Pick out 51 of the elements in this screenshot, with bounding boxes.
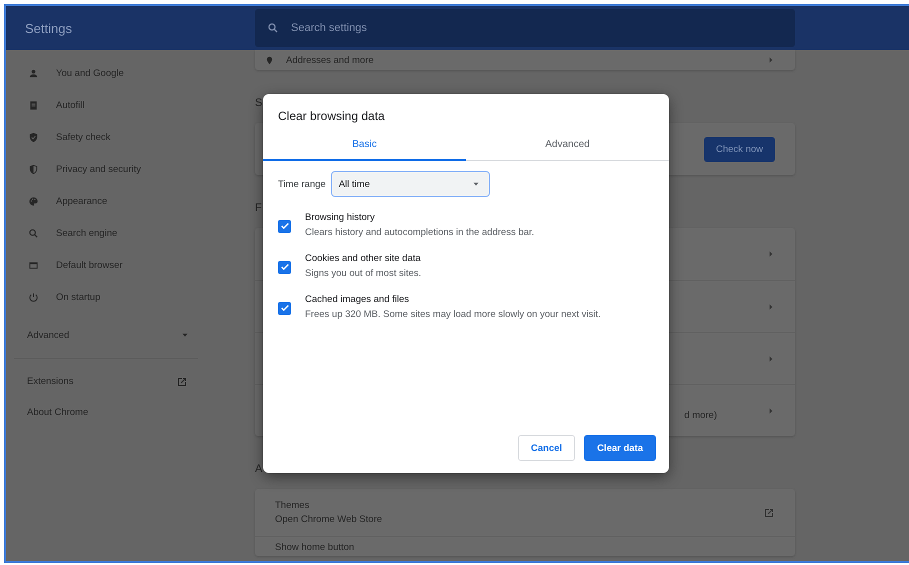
- option-description: Signs you out of most sites.: [305, 268, 422, 279]
- check-icon: [280, 221, 290, 231]
- sidebar-item[interactable]: Autofill: [6, 89, 200, 121]
- row-title: Addresses and more: [286, 54, 375, 66]
- check-icon: [280, 262, 290, 272]
- sidebar-item[interactable]: Search engine: [6, 217, 200, 249]
- shield-icon: [28, 132, 39, 142]
- checkbox[interactable]: [278, 220, 291, 232]
- tab[interactable]: Advanced: [466, 131, 669, 161]
- power-icon: [28, 292, 39, 302]
- field-label: Time range: [278, 178, 326, 190]
- sidebar-item[interactable]: Safety check: [6, 121, 200, 153]
- sidebar-link[interactable]: Extensions: [27, 376, 74, 387]
- location-pin-icon: [265, 56, 274, 64]
- check-now-button[interactable]: Check now: [704, 136, 775, 162]
- row-title: Themes: [275, 500, 310, 511]
- option-label: Cookies and other site data: [305, 253, 422, 264]
- search-icon: [267, 22, 279, 34]
- option-label: Cached images and files: [305, 294, 410, 305]
- sidebar-item[interactable]: Advanced: [27, 330, 70, 340]
- browser-window-icon: [28, 260, 39, 270]
- check-icon: [280, 303, 290, 313]
- section-heading: S: [255, 97, 262, 109]
- clipboard-icon: [28, 100, 39, 110]
- palette-icon: [28, 196, 39, 206]
- clear-data-button[interactable]: Clear data: [584, 435, 656, 461]
- shield-icon: [28, 164, 39, 174]
- row-subtitle: Open Chrome Web Store: [275, 514, 384, 525]
- app-title: Settings: [24, 20, 73, 36]
- checkbox[interactable]: [278, 302, 291, 314]
- time-range-dropdown[interactable]: All time: [330, 171, 490, 197]
- section-heading: F: [255, 202, 262, 214]
- sidebar-item[interactable]: Default browser: [6, 249, 200, 281]
- sidebar-item[interactable]: You and Google: [6, 57, 200, 89]
- sidebar-item[interactable]: Privacy and security: [6, 153, 200, 185]
- dialog-title: Clear browsing data: [277, 108, 386, 125]
- sidebar-link[interactable]: About Chrome: [27, 407, 88, 418]
- row-subtitle: d more): [684, 410, 717, 421]
- sidebar-item[interactable]: On startup: [6, 281, 200, 313]
- checkbox[interactable]: [278, 260, 291, 274]
- option-description: Frees up 320 MB. Some sites may load more slowly on your next visit.: [305, 309, 601, 320]
- row-title: Show home button: [275, 542, 356, 553]
- cancel-button[interactable]: Cancel: [518, 435, 576, 461]
- option-description: Clears history and autocompletions in the address bar.: [305, 227, 534, 238]
- tab[interactable]: Basic: [263, 131, 466, 161]
- search-field[interactable]: Search settings: [289, 21, 593, 35]
- search-icon: [28, 228, 39, 238]
- section-heading: A: [255, 463, 262, 475]
- sidebar-item[interactable]: Appearance: [6, 185, 200, 217]
- person-icon: [28, 68, 39, 78]
- option-label: Browsing history: [305, 212, 376, 223]
